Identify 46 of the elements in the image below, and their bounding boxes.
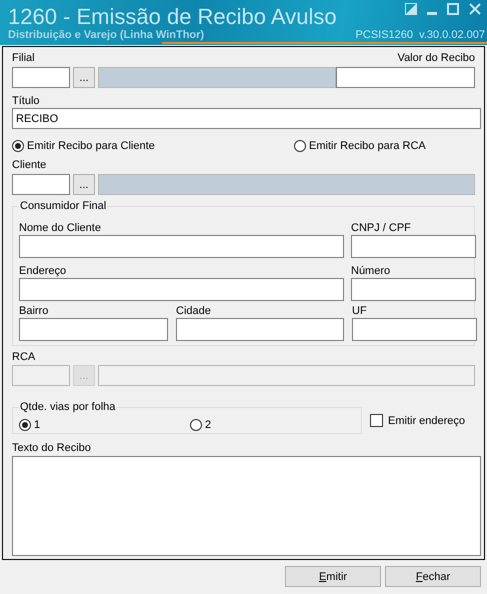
radio-label: 2 [205, 418, 212, 432]
lookup-button[interactable]: ... [73, 174, 95, 195]
radio-button[interactable] [190, 418, 202, 430]
field-label: Valor do Recibo [398, 51, 475, 65]
input-field[interactable] [351, 235, 476, 258]
close-icon[interactable] [469, 3, 481, 15]
radio-button[interactable] [12, 140, 24, 152]
field-label: Número [351, 264, 392, 278]
field-label: Cidade [176, 304, 212, 318]
maximize-icon[interactable] [447, 3, 459, 15]
input-field[interactable] [12, 67, 70, 88]
lookup-button[interactable]: ... [73, 67, 95, 88]
field-label: Endereço [19, 264, 68, 278]
input-field[interactable] [19, 318, 168, 341]
input-field[interactable] [336, 67, 475, 88]
action-button[interactable]: Fechar [385, 566, 481, 587]
version-label: PCSIS1260 v.30.0.02.007 [356, 29, 485, 42]
text-area[interactable] [12, 456, 481, 556]
radio-label: Emitir Recibo para Cliente [27, 139, 155, 153]
radio-label: 1 [34, 418, 40, 432]
checkbox-label: Emitir endereço [388, 414, 466, 428]
input-field[interactable] [176, 318, 344, 341]
input-field[interactable]: RECIBO [12, 108, 481, 129]
field-label: Título [12, 94, 41, 108]
field-label: Bairro [19, 304, 50, 318]
input-field[interactable] [19, 278, 344, 301]
field-label: UF [352, 304, 368, 318]
field-label: RCA [12, 350, 36, 364]
window-subtitle: Distribuição e Varejo (Linha WinThor) [8, 29, 204, 42]
field-label: CNPJ / CPF [351, 221, 412, 235]
field-label: Filial [12, 51, 36, 65]
radio-button[interactable] [19, 418, 31, 430]
checkbox[interactable] [370, 414, 383, 427]
field-label: Texto do Recibo [12, 441, 92, 455]
input-field[interactable] [352, 318, 477, 341]
radio-button[interactable] [294, 140, 306, 152]
input-field[interactable] [12, 174, 70, 195]
input-field[interactable] [351, 278, 476, 301]
input-field[interactable] [19, 235, 344, 258]
restore-icon[interactable] [405, 3, 417, 15]
field-label: Nome do Cliente [19, 221, 102, 235]
window-title: 1260 - Emissão de Recibo Avulso [8, 3, 337, 30]
group-title: Qtde. vias por folha [19, 400, 116, 414]
radio-label: Emitir Recibo para RCA [309, 139, 426, 153]
action-button[interactable]: Emitir [285, 566, 381, 587]
field-label: Cliente [12, 158, 48, 172]
